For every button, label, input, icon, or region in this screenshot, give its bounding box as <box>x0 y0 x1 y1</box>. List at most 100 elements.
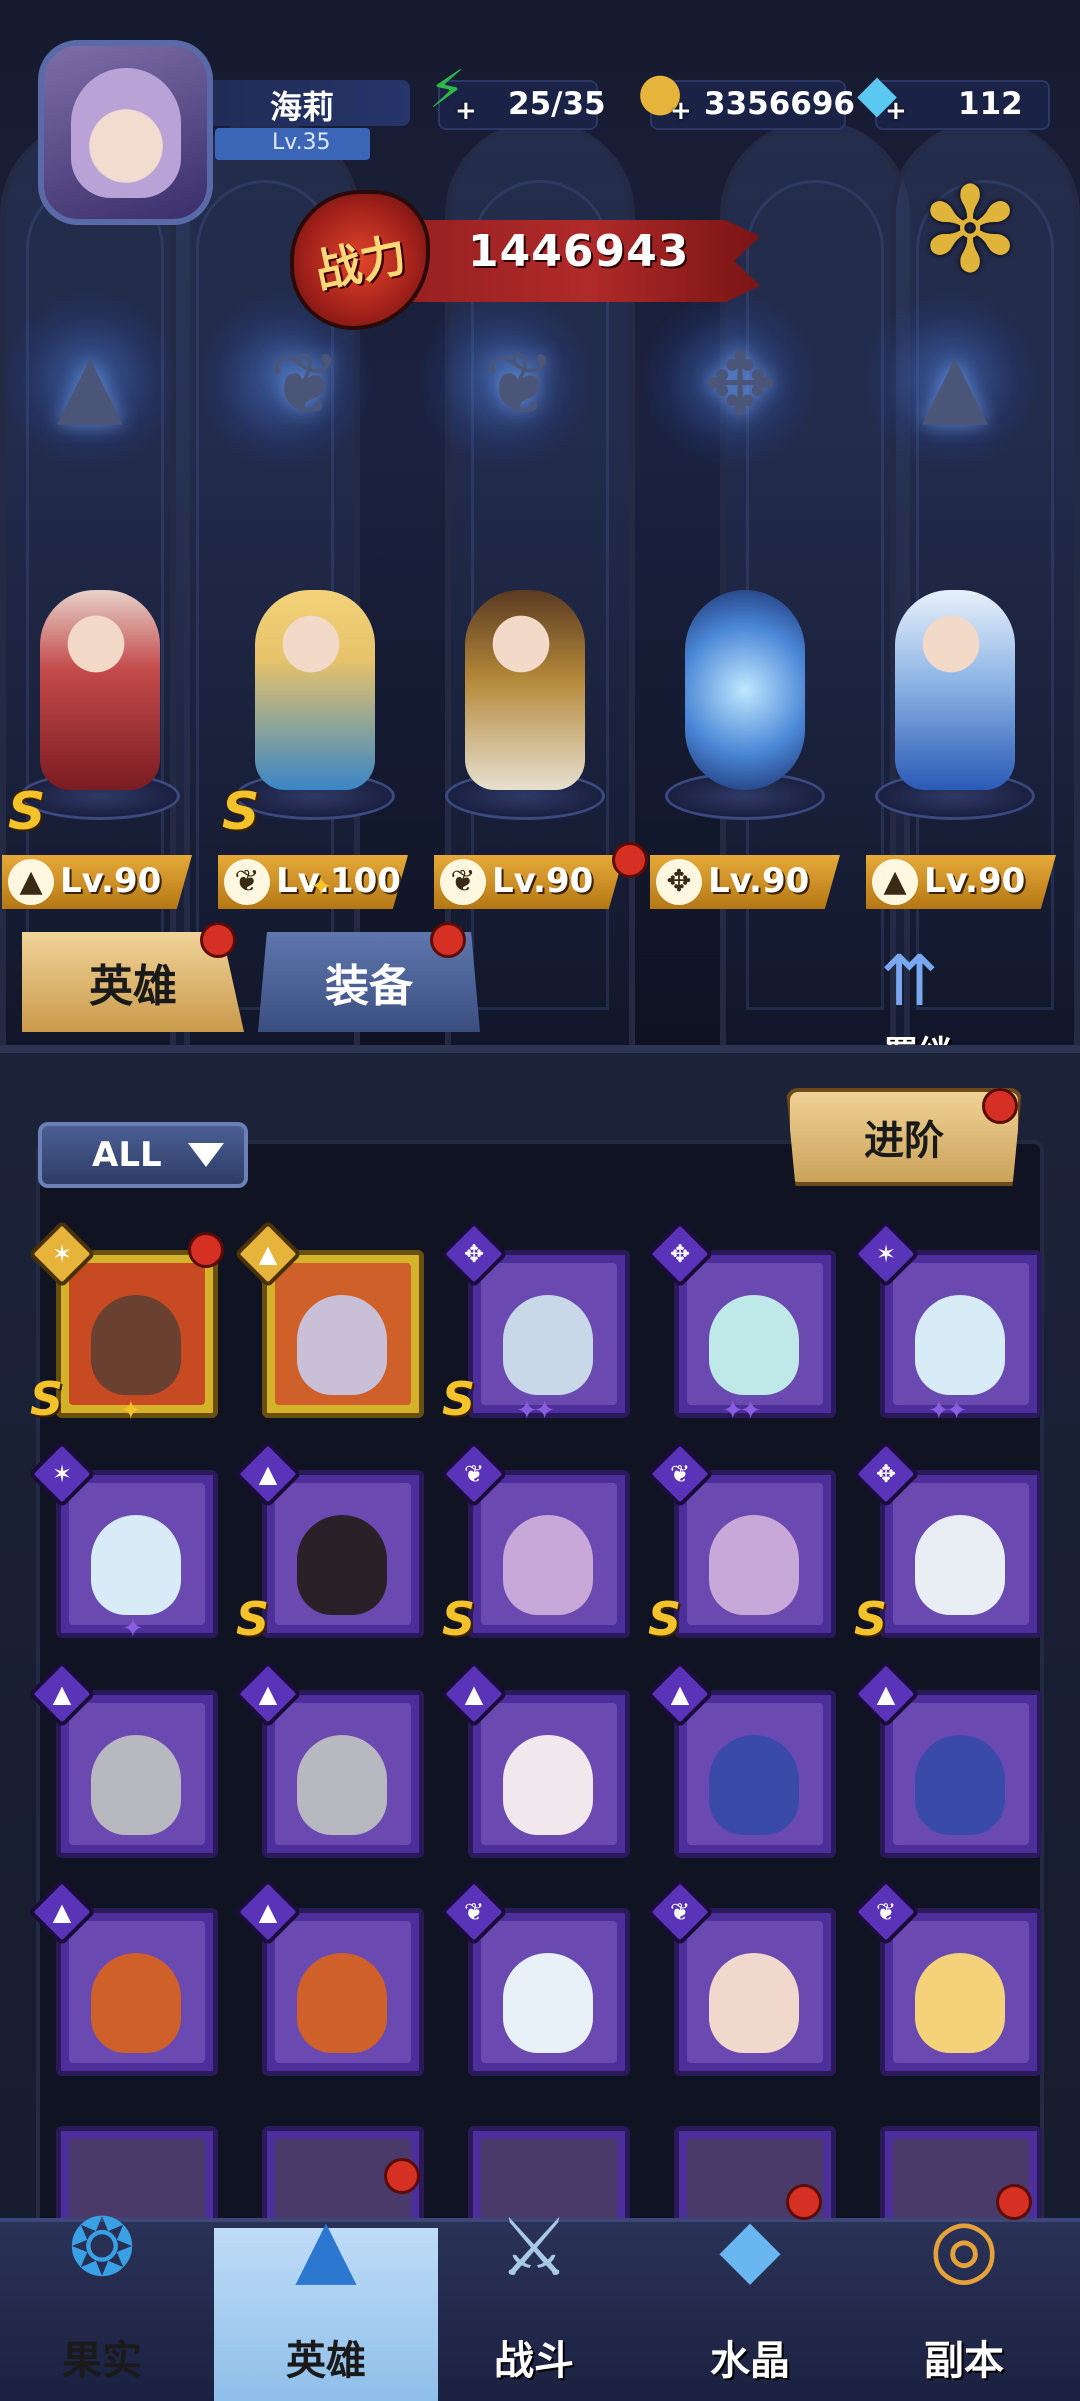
wing-icon: ❦ <box>463 1898 485 1926</box>
hero-card[interactable] <box>262 1470 424 1638</box>
team-hero-slot-4[interactable] <box>650 570 840 820</box>
nav-battle[interactable]: ⚔ 战斗 <box>434 2188 634 2401</box>
grade-badge: S <box>8 782 46 842</box>
hero-card[interactable] <box>56 1250 218 1418</box>
nav-crystal[interactable]: ◆ 水晶 <box>650 2188 850 2401</box>
player-name: 海莉 <box>270 88 335 126</box>
hero-card[interactable] <box>468 1250 630 1418</box>
team-level-tag-5: ▲ Lv.90 <box>866 855 1056 909</box>
team-hero-slot-3[interactable] <box>430 570 620 820</box>
hero-card[interactable] <box>56 1470 218 1638</box>
notification-dot <box>612 842 648 878</box>
hero-card[interactable] <box>56 1690 218 1858</box>
nav-crystal-label: 水晶 <box>710 2338 790 2384</box>
hero-card[interactable] <box>468 1470 630 1638</box>
notification-dot <box>188 1232 224 1268</box>
add-diamond-icon[interactable]: + <box>885 96 907 126</box>
grade-badge: S <box>442 1372 476 1426</box>
wrench-icon: ✥ <box>875 1460 897 1488</box>
notification-dot <box>430 922 466 958</box>
mage-hat-icon: ▲ <box>876 1680 896 1708</box>
hero-card[interactable] <box>56 1908 218 2076</box>
hero-card[interactable] <box>674 1250 836 1418</box>
grade-badge: S <box>222 782 260 842</box>
claw-icon: ✶ <box>51 1460 73 1488</box>
mage-hat-icon: ▲ <box>8 859 54 905</box>
mage-hat-icon: ▲ <box>872 859 918 905</box>
mage-hat-icon: ▲ <box>258 1680 278 1708</box>
hero-card[interactable] <box>674 1690 836 1858</box>
player-avatar[interactable] <box>38 40 213 225</box>
nav-heroes[interactable]: ▲ 英雄 <box>226 2188 426 2401</box>
player-level: Lv.35 <box>272 130 331 155</box>
wrench-icon: ✥ <box>656 859 702 905</box>
fruit-icon: ❂ <box>68 2201 136 2294</box>
nav-heroes-label: 英雄 <box>286 2338 366 2384</box>
wing-icon: ❦ <box>669 1460 691 1488</box>
hero-card[interactable] <box>262 1250 424 1418</box>
hero-card[interactable] <box>468 1908 630 2076</box>
notification-dot <box>200 922 236 958</box>
hero-card[interactable] <box>468 1690 630 1858</box>
team-level: Lv.90 <box>924 861 1026 901</box>
wrench-icon: ✥ <box>669 1240 691 1268</box>
grade-badge: S <box>854 1592 888 1646</box>
nav-fruit[interactable]: ❂ 果实 <box>2 2188 202 2401</box>
nav-dungeon-label: 副本 <box>924 2338 1004 2384</box>
mage-hat-slot-icon: ▲ <box>56 335 124 435</box>
grade-badge: S <box>30 1372 64 1426</box>
diamond-value: 112 <box>958 86 1023 122</box>
mage-hat-slot-icon: ▲ <box>921 335 989 435</box>
power-label: 战力 <box>310 226 412 299</box>
nav-battle-label: 战斗 <box>494 2338 574 2384</box>
add-energy-icon[interactable]: + <box>455 96 477 126</box>
bond-icon: ⇈ <box>880 940 939 1022</box>
gold-value: 3356696 <box>704 86 855 122</box>
hero-card[interactable] <box>674 1470 836 1638</box>
advance-label: 进阶 <box>864 1118 944 1164</box>
star-rating: ✦ <box>122 1614 144 1644</box>
hero-card[interactable] <box>674 1908 836 2076</box>
claw-icon: ✶ <box>51 1240 73 1268</box>
grade-badge: S <box>648 1592 682 1646</box>
hero-card[interactable] <box>880 1908 1042 2076</box>
add-gold-icon[interactable]: + <box>670 96 692 126</box>
team-level-tag-4: ✥ Lv.90 <box>650 855 840 909</box>
filter-dropdown[interactable]: ALL <box>38 1122 248 1188</box>
wing-slot-icon: ❦ <box>268 335 342 435</box>
mage-hat-icon: ▲ <box>258 1240 278 1268</box>
team-level-tag-1: ▲ Lv.90 <box>2 855 192 909</box>
team-level: Lv.90 <box>492 861 594 901</box>
settings-icon[interactable]: ✼ <box>910 170 1030 290</box>
team-level: Lv.90 <box>708 861 810 901</box>
hero-card[interactable] <box>880 1470 1042 1638</box>
wrench-slot-icon: ✥ <box>703 335 777 435</box>
hero-card[interactable] <box>880 1250 1042 1418</box>
nav-dungeon[interactable]: ◎ 副本 <box>864 2188 1064 2401</box>
notification-dot <box>786 2184 822 2220</box>
team-level: Lv.100 <box>276 861 401 901</box>
notification-dot <box>996 2184 1032 2220</box>
wing-icon: ❦ <box>224 859 270 905</box>
hero-card[interactable] <box>880 1690 1042 1858</box>
team-hero-slot-5[interactable] <box>860 570 1050 820</box>
notification-dot <box>982 1088 1018 1124</box>
grade-badge: S <box>442 1592 476 1646</box>
hero-card[interactable] <box>262 1690 424 1858</box>
claw-icon: ✶ <box>875 1240 897 1268</box>
filter-label: ALL <box>92 1135 162 1175</box>
wing-icon: ❦ <box>669 1898 691 1926</box>
team-level: Lv.90 <box>60 861 162 901</box>
tab-heroes-label: 英雄 <box>89 961 177 1012</box>
nav-fruit-label: 果实 <box>62 2338 142 2384</box>
mage-hat-icon: ▲ <box>52 1898 72 1926</box>
hero-card[interactable] <box>262 1908 424 2076</box>
star-rating: ✦✦ <box>516 1396 556 1426</box>
mage-hat-icon: ▲ <box>670 1680 690 1708</box>
wizard-hat-icon: ▲ <box>295 2201 357 2294</box>
notification-dot <box>384 2158 420 2194</box>
wrench-icon: ✥ <box>463 1240 485 1268</box>
star-rating: ✦ <box>120 1396 142 1426</box>
wing-icon: ❦ <box>463 1460 485 1488</box>
grade-badge: S <box>236 1592 270 1646</box>
